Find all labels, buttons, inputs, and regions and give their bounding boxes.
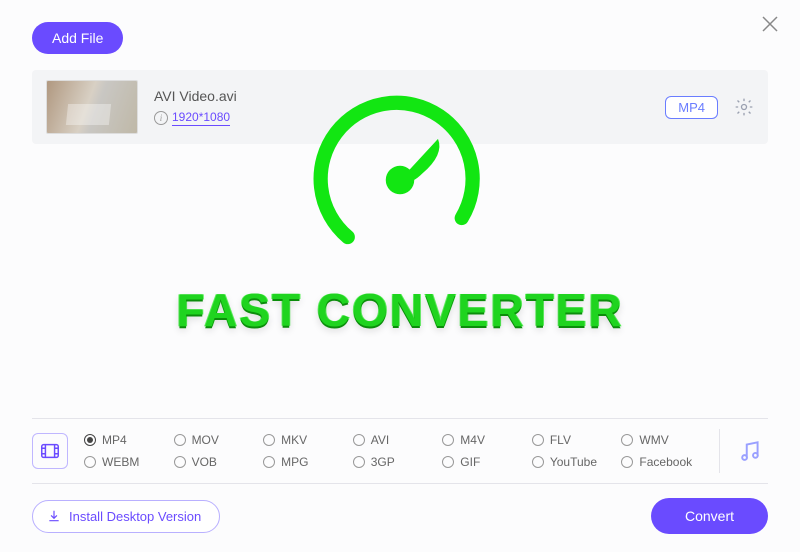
format-label: 3GP <box>371 455 395 469</box>
divider <box>719 429 720 473</box>
radio-icon <box>263 434 275 446</box>
format-option-facebook[interactable]: Facebook <box>621 455 703 469</box>
format-label: WMV <box>639 433 668 447</box>
format-label: FLV <box>550 433 571 447</box>
format-option-mp4[interactable]: MP4 <box>84 433 166 447</box>
format-option-webm[interactable]: WEBM <box>84 455 166 469</box>
video-thumbnail <box>46 80 138 134</box>
format-label: M4V <box>460 433 485 447</box>
format-option-flv[interactable]: FLV <box>532 433 614 447</box>
radio-icon <box>621 456 633 468</box>
format-label: MP4 <box>102 433 127 447</box>
format-option-avi[interactable]: AVI <box>353 433 435 447</box>
info-icon: i <box>154 111 168 125</box>
video-category-icon[interactable] <box>32 433 68 469</box>
radio-icon <box>84 456 96 468</box>
radio-icon <box>442 434 454 446</box>
install-desktop-label: Install Desktop Version <box>69 509 201 524</box>
format-label: YouTube <box>550 455 597 469</box>
format-option-vob[interactable]: VOB <box>174 455 256 469</box>
close-icon[interactable] <box>758 12 782 36</box>
format-label: AVI <box>371 433 389 447</box>
format-label: Facebook <box>639 455 692 469</box>
format-panel: MP4 MOV MKV AVI M4V FLV WMV WEBM VOB MPG 3GP GIF You… <box>32 418 768 484</box>
radio-icon <box>84 434 96 446</box>
format-label: GIF <box>460 455 480 469</box>
radio-icon <box>353 434 365 446</box>
file-info: AVI Video.avi i 1920*1080 <box>154 88 649 126</box>
format-label: MOV <box>192 433 219 447</box>
format-option-mkv[interactable]: MKV <box>263 433 345 447</box>
radio-icon <box>621 434 633 446</box>
format-option-gif[interactable]: GIF <box>442 455 524 469</box>
format-grid: MP4 MOV MKV AVI M4V FLV WMV WEBM VOB MPG 3GP GIF You… <box>80 433 707 469</box>
output-format-badge[interactable]: MP4 <box>665 96 718 119</box>
format-label: MPG <box>281 455 308 469</box>
radio-icon <box>353 456 365 468</box>
file-row: AVI Video.avi i 1920*1080 MP4 <box>32 70 768 144</box>
convert-button[interactable]: Convert <box>651 498 768 534</box>
format-option-mpg[interactable]: MPG <box>263 455 345 469</box>
format-label: VOB <box>192 455 217 469</box>
format-label: WEBM <box>102 455 139 469</box>
format-option-3gp[interactable]: 3GP <box>353 455 435 469</box>
format-option-wmv[interactable]: WMV <box>621 433 703 447</box>
add-file-button[interactable]: Add File <box>32 22 123 54</box>
file-name: AVI Video.avi <box>154 88 649 104</box>
audio-category-icon[interactable] <box>732 433 768 469</box>
format-option-m4v[interactable]: M4V <box>442 433 524 447</box>
radio-icon <box>174 434 186 446</box>
gear-icon[interactable] <box>734 97 754 117</box>
radio-icon <box>532 434 544 446</box>
radio-icon <box>532 456 544 468</box>
file-resolution[interactable]: 1920*1080 <box>172 110 230 126</box>
radio-icon <box>263 456 275 468</box>
radio-icon <box>442 456 454 468</box>
radio-icon <box>174 456 186 468</box>
install-desktop-button[interactable]: Install Desktop Version <box>32 500 220 533</box>
format-option-youtube[interactable]: YouTube <box>532 455 614 469</box>
format-label: MKV <box>281 433 307 447</box>
format-option-mov[interactable]: MOV <box>174 433 256 447</box>
